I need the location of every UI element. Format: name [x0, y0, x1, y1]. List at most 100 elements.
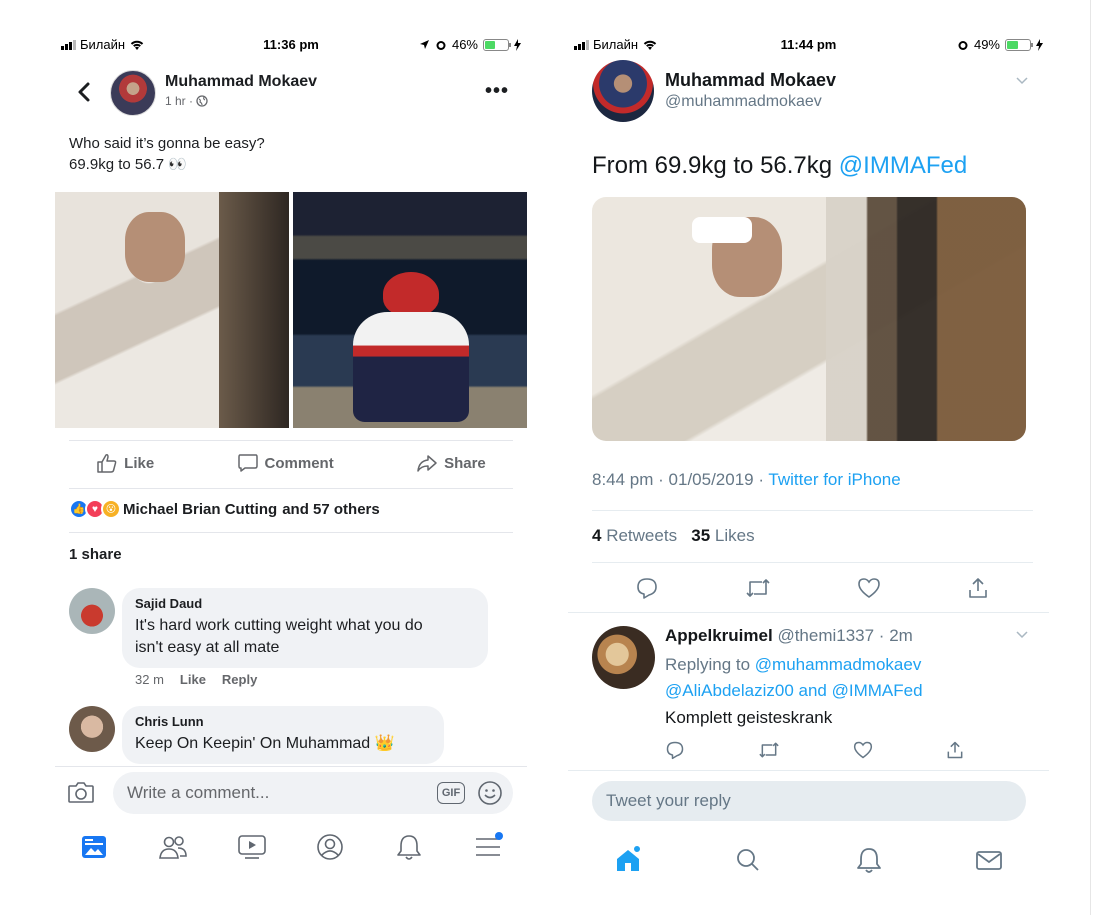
commenter-avatar[interactable]: [69, 588, 115, 634]
search-icon: [737, 849, 760, 871]
reaction-icons: 👍 ♥ 😮: [69, 499, 121, 519]
tweet-body: From 69.9kg to 56.7kg: [592, 152, 839, 179]
retweet-icon[interactable]: [744, 576, 772, 600]
divider: [592, 510, 1033, 511]
retweet-stat[interactable]: 4 Retweets: [592, 526, 677, 545]
charging-icon: [514, 38, 521, 51]
author-avatar[interactable]: [110, 70, 156, 116]
tweet-source[interactable]: Twitter for iPhone: [768, 470, 900, 489]
retweet-label: Retweets: [606, 526, 678, 545]
divider: [69, 532, 513, 533]
reply-mention[interactable]: @AliAbdelaziz00: [665, 681, 794, 700]
share-icon[interactable]: [945, 740, 965, 760]
comment-icon: [237, 454, 258, 472]
tweet-mention[interactable]: @IMMAFed: [839, 152, 967, 179]
heart-icon[interactable]: [857, 576, 881, 600]
nav-search[interactable]: [728, 840, 768, 880]
alarm-icon: [958, 40, 968, 50]
twitter-screen: Билайн 11:44 pm 49% Muhammad Mokaev @muh…: [568, 0, 1049, 915]
reply-header: Appelkruimel @themi1337 · 2m: [665, 626, 913, 646]
notifications-icon: [397, 835, 421, 860]
status-right: 46%: [419, 37, 521, 52]
share-button[interactable]: Share: [416, 453, 486, 473]
reply-handle-time: @themi1337 · 2m: [777, 626, 913, 645]
reply-author[interactable]: Appelkruimel: [665, 626, 773, 645]
comment-input[interactable]: Write a comment... GIF: [113, 772, 513, 814]
frame-edge: [1090, 0, 1091, 915]
comment-author[interactable]: Sajid Daud: [135, 596, 475, 611]
back-icon[interactable]: [75, 78, 95, 106]
reply-placeholder: Tweet your reply: [606, 791, 731, 810]
comment-like-button[interactable]: Like: [180, 672, 206, 687]
emoji-icon[interactable]: [477, 780, 503, 806]
camera-icon[interactable]: [67, 780, 95, 804]
reply-input[interactable]: Tweet your reply: [592, 781, 1026, 821]
reactions-summary[interactable]: 👍 ♥ 😮 Michael Brian Cutting and 57 other…: [69, 498, 380, 520]
author-name[interactable]: Muhammad Mokaev: [165, 73, 317, 91]
like-stat[interactable]: 35 Likes: [691, 526, 754, 545]
nav-news-feed[interactable]: [74, 827, 114, 867]
heart-icon[interactable]: [853, 740, 873, 760]
comment-author[interactable]: Chris Lunn: [135, 714, 431, 729]
reply-tweet[interactable]: Appelkruimel @themi1337 · 2m Replying to…: [568, 620, 1049, 770]
reaction-names: Michael Brian Cutting: [123, 500, 278, 518]
divider: [69, 440, 513, 441]
battery-icon: [1005, 38, 1033, 51]
tweet-photo[interactable]: [592, 197, 1026, 441]
tweet-actions: [592, 574, 1033, 602]
reply-icon[interactable]: [665, 740, 685, 760]
divider: [568, 612, 1049, 613]
divider: [568, 770, 1049, 771]
commenter-avatar[interactable]: [69, 706, 115, 752]
nav-watch[interactable]: [232, 827, 272, 867]
like-count: 35: [691, 526, 711, 545]
reply-mention[interactable]: @muhammadmokaev: [755, 655, 922, 674]
author-handle[interactable]: @muhammadmokaev: [665, 93, 822, 111]
reply-actions: [665, 738, 965, 762]
notifications-icon: [856, 848, 881, 873]
wow-reaction-icon: 😮: [101, 499, 121, 519]
photo-poolside[interactable]: [293, 192, 527, 428]
location-arrow-icon: [419, 40, 429, 49]
reply-mention[interactable]: @IMMAFed: [832, 681, 923, 700]
like-button[interactable]: Like: [96, 453, 154, 473]
author-avatar[interactable]: [592, 60, 654, 122]
reply-text: Komplett geisteskrank: [665, 708, 833, 727]
menu-badge: [494, 832, 503, 840]
alarm-icon: [436, 40, 446, 50]
nav-menu[interactable]: [468, 827, 508, 867]
retweet-icon[interactable]: [757, 740, 781, 760]
replying-to: Replying to @muhammadmokaev @AliAbdelazi…: [665, 652, 923, 704]
charging-icon: [1036, 38, 1043, 51]
replying-to-label: Replying to: [665, 655, 755, 674]
comment-button[interactable]: Comment: [237, 453, 334, 473]
comment-reply-button[interactable]: Reply: [222, 672, 257, 687]
news-feed-icon: [82, 836, 107, 858]
globe-icon: [196, 95, 208, 107]
nav-profile[interactable]: [310, 827, 350, 867]
author-name[interactable]: Muhammad Mokaev: [665, 70, 836, 91]
nav-notifications[interactable]: [849, 840, 889, 880]
share-icon[interactable]: [966, 576, 990, 600]
profile-icon: [317, 834, 344, 860]
chevron-down-icon[interactable]: [1015, 76, 1029, 86]
nav-friends[interactable]: [153, 827, 193, 867]
battery-percent: 46%: [451, 37, 478, 52]
nav-messages[interactable]: [969, 840, 1009, 880]
photo-bed[interactable]: [55, 192, 289, 428]
reply-avatar[interactable]: [592, 626, 655, 689]
more-options-icon[interactable]: •••: [485, 80, 509, 103]
thumbs-up-icon: [97, 454, 117, 473]
gif-icon[interactable]: GIF: [437, 782, 465, 804]
chevron-down-icon[interactable]: [1015, 630, 1029, 640]
nav-home[interactable]: [608, 840, 648, 880]
share-count[interactable]: 1 share: [69, 546, 122, 563]
comment-bubble: Sajid Daud It's hard work cutting weight…: [122, 588, 488, 668]
comment: Chris Lunn Keep On Keepin' On Muhammad 👑: [69, 706, 513, 764]
like-label: Likes: [714, 526, 755, 545]
nav-notifications[interactable]: [389, 827, 429, 867]
divider: [592, 562, 1033, 563]
reply-icon[interactable]: [635, 576, 659, 600]
tweet-timestamp: 8:44 pm · 01/05/2019 ·: [592, 470, 769, 489]
bottom-nav: [55, 822, 527, 872]
